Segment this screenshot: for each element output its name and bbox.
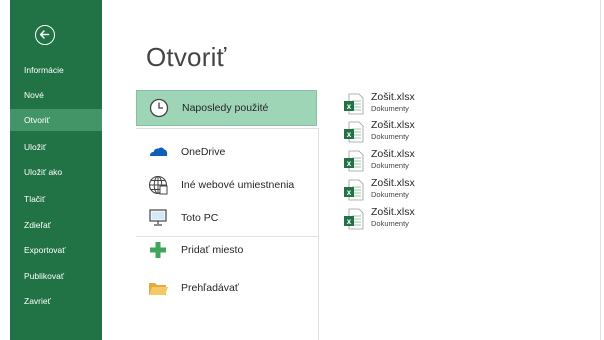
svg-text:x: x: [347, 130, 352, 139]
backstage-sidebar: Informácie Nové Otvoriť Uložiť Uložiť ak…: [10, 0, 102, 340]
clock-icon: [149, 98, 169, 118]
location-recent[interactable]: Naposledy použité: [136, 90, 317, 126]
nav-item-publish[interactable]: Publikovať: [10, 265, 102, 287]
svg-text:x: x: [347, 159, 352, 168]
nav-item-save[interactable]: Uložiť: [10, 136, 102, 158]
location-label: Toto PC: [181, 212, 219, 224]
back-button[interactable]: [35, 25, 55, 45]
file-name: Zošit.xlsx: [371, 91, 415, 103]
file-path: Dokumenty: [371, 132, 409, 141]
excel-file-icon: x: [344, 179, 364, 201]
svg-text:x: x: [347, 217, 352, 226]
location-label: Prehľadávať: [181, 282, 239, 294]
nav-item-print[interactable]: Tlačiť: [10, 188, 102, 210]
nav-item-new[interactable]: Nové: [10, 84, 102, 106]
recent-file[interactable]: x Zošit.xlsx Dokumenty: [344, 91, 484, 117]
location-other-web[interactable]: Iné webové umiestnenia: [136, 167, 317, 203]
location-label: Pridať miesto: [181, 244, 244, 256]
file-name: Zošit.xlsx: [371, 148, 415, 160]
pane-divider: [318, 128, 319, 340]
file-path: Dokumenty: [371, 219, 409, 228]
browse-button[interactable]: Prehľadávať: [136, 270, 317, 306]
back-arrow-icon: [39, 30, 50, 39]
recent-file[interactable]: x Zošit.xlsx Dokumenty: [344, 206, 484, 232]
nav-item-export[interactable]: Exportovať: [10, 239, 102, 261]
file-path: Dokumenty: [371, 104, 409, 113]
nav-item-save-as[interactable]: Uložiť ako: [10, 161, 102, 183]
divider: [136, 128, 318, 129]
computer-icon: [149, 209, 167, 226]
backstage-view: Informácie Nové Otvoriť Uložiť Uložiť ak…: [0, 0, 601, 340]
plus-icon: [150, 242, 166, 258]
globe-icon: [148, 175, 168, 195]
excel-file-icon: x: [344, 208, 364, 230]
file-name: Zošit.xlsx: [371, 206, 415, 218]
svg-text:x: x: [347, 102, 352, 111]
page-title: Otvoriť: [146, 42, 227, 72]
nav-item-open[interactable]: Otvoriť: [10, 109, 102, 131]
folder-icon: [149, 283, 168, 295]
excel-file-icon: x: [344, 93, 364, 115]
svg-text:x: x: [347, 188, 352, 197]
cloud-icon: [150, 147, 168, 156]
recent-file[interactable]: x Zošit.xlsx Dokumenty: [344, 119, 484, 145]
file-name: Zošit.xlsx: [371, 119, 415, 131]
location-onedrive[interactable]: OneDrive: [136, 134, 317, 170]
file-name: Zošit.xlsx: [371, 177, 415, 189]
file-path: Dokumenty: [371, 161, 409, 170]
recent-file[interactable]: x Zošit.xlsx Dokumenty: [344, 148, 484, 174]
excel-file-icon: x: [344, 150, 364, 172]
nav-item-share[interactable]: Zdieľať: [10, 214, 102, 236]
location-label: Iné webové umiestnenia: [181, 179, 295, 191]
nav-item-info[interactable]: Informácie: [10, 59, 102, 81]
location-label: OneDrive: [181, 146, 226, 158]
location-this-pc[interactable]: Toto PC: [136, 200, 317, 236]
nav-item-close[interactable]: Zavrieť: [10, 290, 102, 312]
file-path: Dokumenty: [371, 190, 409, 199]
add-place-button[interactable]: Pridať miesto: [136, 232, 317, 268]
excel-file-icon: x: [344, 121, 364, 143]
recent-file[interactable]: x Zošit.xlsx Dokumenty: [344, 177, 484, 203]
location-label: Naposledy použité: [182, 102, 269, 114]
